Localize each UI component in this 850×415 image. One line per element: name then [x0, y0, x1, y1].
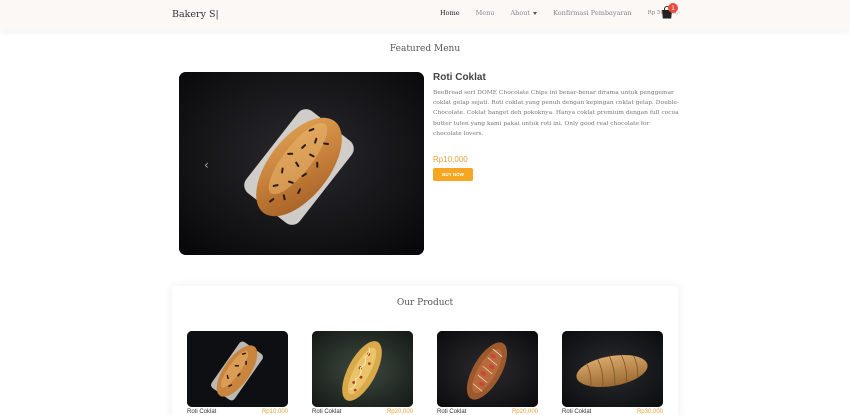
carousel-prev-icon[interactable]: ‹ [204, 158, 209, 172]
nav-menu[interactable]: Menu [476, 9, 495, 17]
product-price: Rp20,000 [511, 409, 538, 415]
featured-product-name: Roti Coklat [433, 72, 486, 83]
product-image[interactable] [562, 331, 663, 407]
featured-product-description: BeeBread seri DOME Chocolate Chips ini b… [433, 90, 680, 137]
product-name: Roti Coklat [437, 409, 467, 415]
buy-now-button[interactable]: BUY NOW [433, 168, 473, 181]
product-name: Roti Coklat [187, 409, 217, 415]
our-product-title: Our Product [396, 298, 454, 308]
product-card[interactable]: Roti Coklat Rp20,000 [437, 331, 538, 415]
navbar: Bakery S| Home Menu About Konfirmasi Pem… [0, 0, 850, 30]
product-price: Rp30,000 [636, 409, 663, 415]
nav-links: Home Menu About Konfirmasi Pembayaran Rp… [440, 9, 684, 17]
cart-count-badge: 1 [668, 3, 678, 13]
product-name: Roti Coklat [562, 409, 592, 415]
product-card[interactable]: Roti Coklat Rp20,000 [312, 331, 413, 415]
featured-product-price: Rp10,000 [433, 155, 468, 164]
our-product-section: Our Product Roti Coklat Rp10,000 Roti Co… [172, 286, 678, 415]
nav-home[interactable]: Home [440, 9, 460, 17]
caret-down-icon [533, 11, 538, 15]
product-image[interactable] [437, 331, 538, 407]
product-image[interactable] [187, 331, 288, 407]
nav-konfirmasi-pembayaran[interactable]: Konfirmasi Pembayaran [553, 9, 632, 17]
nav-about-dropdown[interactable]: About [510, 9, 538, 17]
product-name: Roti Coklat [312, 409, 342, 415]
product-image[interactable] [312, 331, 413, 407]
featured-title: Featured Menu [389, 44, 461, 54]
brand-logo[interactable]: Bakery S| [172, 9, 219, 20]
product-price: Rp10,000 [261, 409, 288, 415]
product-price: Rp20,000 [386, 409, 413, 415]
featured-carousel-image [179, 72, 424, 255]
product-card[interactable]: Roti Coklat Rp30,000 [562, 331, 663, 415]
product-card[interactable]: Roti Coklat Rp10,000 [187, 331, 288, 415]
nav-about-label: About [510, 9, 531, 17]
